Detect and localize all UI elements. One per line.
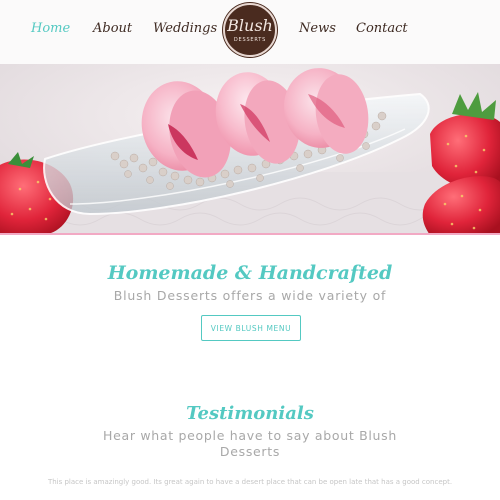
logo-wordmark: Blush: [227, 15, 273, 35]
testimonials-subtitle-line-1: Hear what people have to say about Blush: [102, 428, 398, 443]
top-navigation: Home About Weddings Blush DESSERTS News …: [0, 0, 500, 64]
blush-desserts-logo[interactable]: Blush DESSERTS: [223, 3, 277, 57]
nav-link-weddings[interactable]: Weddings: [153, 21, 217, 36]
nav-link-contact[interactable]: Contact: [356, 21, 408, 36]
hero-image: [0, 64, 500, 235]
testimonials-title: Testimonials: [186, 403, 314, 424]
view-menu-button[interactable]: VIEW BLUSH MENU: [201, 315, 301, 341]
nav-link-about[interactable]: About: [93, 21, 132, 36]
intro-subline: Blush Desserts offers a wide variety of: [113, 288, 387, 303]
logo-subtitle: DESSERTS: [233, 36, 267, 43]
testimonials-subtitle: Hear what people have to say about Blush…: [0, 428, 500, 460]
nav-link-news[interactable]: News: [299, 21, 336, 36]
nav-link-home[interactable]: Home: [31, 21, 70, 36]
testimonials-subtitle-line-2: Desserts: [219, 444, 281, 459]
hero-divider: [0, 233, 500, 235]
hero-macarons-illustration: [0, 64, 500, 235]
intro-headline: Homemade & Handcrafted: [107, 262, 393, 284]
testimonial-quote: This place is amazingly good. Its great …: [47, 478, 453, 486]
